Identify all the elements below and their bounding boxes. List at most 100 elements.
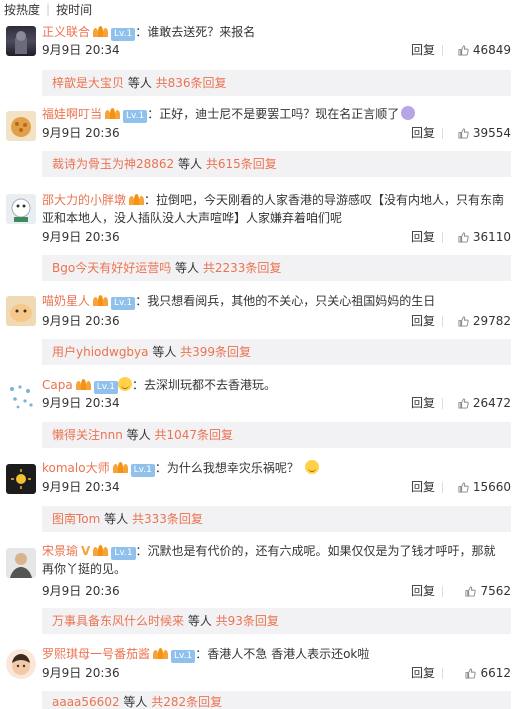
avatar[interactable] xyxy=(6,381,36,411)
comment-content: 喵奶星人 Lv.1 ：我只想看阅兵，其他的不关心，只关心祖国妈妈的生日 xyxy=(42,292,511,310)
like-count: 39554 xyxy=(472,126,511,140)
sub-reply-summary[interactable]: Bgo今天有好好运营吗 等人 共2233条回复 xyxy=(42,255,511,281)
sub-reply-suffix: 等人 xyxy=(122,428,155,442)
level-badge: Lv.1 xyxy=(123,110,148,123)
comment-content: Capa Lv.1 ：去深圳玩都不去香港玩。 xyxy=(42,376,511,394)
sort-by-hot-tab[interactable]: 按热度 xyxy=(4,1,40,18)
comment-username[interactable]: 福娃啊叮当 xyxy=(42,107,102,121)
like-button[interactable]: 15660 xyxy=(458,479,511,495)
comment-time: 9月9日 20:34 xyxy=(42,480,120,494)
sub-reply-summary[interactable]: 梓歆是大宝贝 等人 共836条回复 xyxy=(42,70,511,96)
sub-reply-user[interactable]: 万事具备东风什么时候来 xyxy=(52,614,184,628)
divider xyxy=(442,128,443,139)
sort-bar: 按热度 | 按时间 xyxy=(0,0,519,18)
reply-button[interactable]: 回复 xyxy=(411,395,435,411)
comment-username[interactable]: 邵大力的小胖墩 xyxy=(42,193,126,207)
sub-reply-count[interactable]: 共2233条回复 xyxy=(203,261,282,275)
like-button[interactable]: 29782 xyxy=(458,313,511,329)
sub-reply-summary[interactable]: 懒得关注nnn 等人 共1047条回复 xyxy=(42,422,511,448)
comment-meta: 9月9日 20:36 回复 39554 xyxy=(42,125,511,141)
sub-reply-summary[interactable]: 图南Tom 等人 共333条回复 xyxy=(42,506,511,532)
divider xyxy=(442,586,443,597)
sub-reply-suffix: 等人 xyxy=(148,345,181,359)
divider xyxy=(442,482,443,493)
sub-reply-suffix: 等人 xyxy=(119,695,152,709)
sub-reply-count[interactable]: 共399条回复 xyxy=(180,345,251,359)
comment-username[interactable]: Capa xyxy=(42,378,73,392)
vip-crown-icon xyxy=(93,545,109,556)
comment-username[interactable]: 宋景瑜 xyxy=(42,544,78,558)
comment-text-line1: ：拉倒吧，今天刚看的人家香港的导游感叹【没有内地人，只有东南 xyxy=(144,193,505,207)
sub-reply-suffix: 等人 xyxy=(174,157,206,171)
sub-reply-summary[interactable]: 万事具备东风什么时候来 等人 共93条回复 xyxy=(42,608,511,634)
divider xyxy=(442,45,443,56)
avatar[interactable] xyxy=(6,296,36,326)
sub-reply-count[interactable]: 共282条回复 xyxy=(151,695,222,709)
comment-text: ：去深圳玩都不去香港玩。 xyxy=(131,378,276,392)
vip-crown-icon xyxy=(75,379,91,390)
sub-reply-suffix: 等人 xyxy=(100,512,132,526)
thumbs-up-icon xyxy=(458,481,469,493)
avatar[interactable] xyxy=(6,464,36,494)
sub-reply-count[interactable]: 共1047条回复 xyxy=(154,428,233,442)
like-button[interactable]: 36110 xyxy=(458,229,511,245)
sub-reply-user[interactable]: 裁诗为骨玉为神28862 xyxy=(52,157,174,171)
like-button[interactable]: 26472 xyxy=(458,395,511,411)
like-button[interactable]: 46849 xyxy=(458,42,511,58)
avatar[interactable] xyxy=(6,194,36,224)
reply-button[interactable]: 回复 xyxy=(411,583,435,599)
reply-button[interactable]: 回复 xyxy=(411,229,435,245)
sub-reply-summary[interactable]: 用户yhiodwgbya 等人 共399条回复 xyxy=(42,339,511,365)
avatar[interactable] xyxy=(6,649,36,679)
level-badge: Lv.1 xyxy=(111,547,136,560)
purple-emoji-icon xyxy=(401,106,416,120)
like-button[interactable]: 39554 xyxy=(458,125,511,141)
sub-reply-user[interactable]: 用户yhiodwgbya xyxy=(52,345,149,359)
thumbs-up-icon xyxy=(458,397,469,409)
like-button[interactable]: 7562 xyxy=(465,583,511,599)
comment-username[interactable]: 喵奶星人 xyxy=(42,294,90,308)
comment-meta: 9月9日 20:34 回复 46849 xyxy=(42,42,511,58)
sub-reply-count[interactable]: 共333条回复 xyxy=(132,512,203,526)
sub-reply-count[interactable]: 共615条回复 xyxy=(206,157,277,171)
comment-meta: 9月9日 20:36 回复 6612 xyxy=(42,665,511,681)
comment-content: komalo大师 Lv.1 ：为什么我想幸灾乐祸呢？ xyxy=(42,459,511,477)
avatar[interactable] xyxy=(6,26,36,56)
vip-crown-icon xyxy=(105,108,121,119)
reply-button[interactable]: 回复 xyxy=(411,42,435,58)
avatar[interactable] xyxy=(6,111,36,141)
comment-meta: 9月9日 20:36 回复 29782 xyxy=(42,313,511,329)
like-button[interactable]: 6612 xyxy=(465,665,511,681)
sub-reply-user[interactable]: 梓歆是大宝贝 xyxy=(52,76,124,90)
reply-button[interactable]: 回复 xyxy=(411,479,435,495)
comment-content: 罗熙琪母一号番茄酱 Lv.1 ：香港人不急 香港人表示还ok啦 xyxy=(42,645,511,663)
comment-text: ：我只想看阅兵，其他的不关心，只关心祖国妈妈的生日 xyxy=(135,294,436,308)
sub-reply-user[interactable]: 图南Tom xyxy=(52,512,100,526)
like-count: 46849 xyxy=(472,43,511,57)
sub-reply-count[interactable]: 共836条回复 xyxy=(156,76,227,90)
sub-reply-summary[interactable]: aaaa56602 等人 共282条回复 xyxy=(42,691,511,709)
comment-text: ：为什么我想幸灾乐祸呢？ xyxy=(154,461,299,475)
level-badge: Lv.1 xyxy=(171,650,196,663)
sub-reply-user[interactable]: Bgo今天有好好运营吗 xyxy=(52,261,171,275)
comment-content: 宋景瑜 V Lv.1 ：沉默也是有代价的，还有六成呢。如果仅仅是为了钱才呼吁，那就 再… xyxy=(42,542,511,578)
like-count: 15660 xyxy=(472,480,511,494)
comment-time: 9月9日 20:34 xyxy=(42,396,120,410)
reply-button[interactable]: 回复 xyxy=(411,665,435,681)
comment-username[interactable]: komalo大师 xyxy=(42,461,110,475)
comment-username[interactable]: 正义联合 xyxy=(42,25,90,39)
reply-button[interactable]: 回复 xyxy=(411,313,435,329)
sort-by-time-tab[interactable]: 按时间 xyxy=(56,1,92,18)
sub-reply-suffix: 等人 xyxy=(124,76,156,90)
sub-reply-user[interactable]: aaaa56602 xyxy=(52,695,120,709)
divider xyxy=(442,398,443,409)
reply-button[interactable]: 回复 xyxy=(411,125,435,141)
comment-username[interactable]: 罗熙琪母一号番茄酱 xyxy=(42,647,150,661)
avatar[interactable] xyxy=(6,548,36,578)
comment-time: 9月9日 20:36 xyxy=(42,666,120,680)
comment-meta: 9月9日 20:36 回复 36110 xyxy=(42,229,511,245)
sub-reply-user[interactable]: 懒得关注nnn xyxy=(52,428,123,442)
thumbs-up-icon xyxy=(458,127,469,139)
sub-reply-summary[interactable]: 裁诗为骨玉为神28862 等人 共615条回复 xyxy=(42,151,511,177)
sub-reply-count[interactable]: 共93条回复 xyxy=(216,614,279,628)
